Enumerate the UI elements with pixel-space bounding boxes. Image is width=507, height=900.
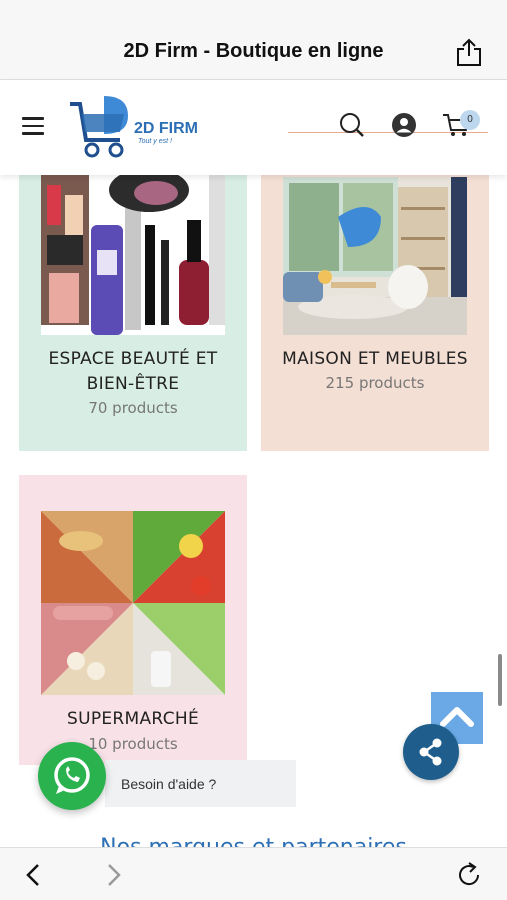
site-header: 2D FIRM Tout y est ! 0 xyxy=(0,80,507,175)
category-image-maison xyxy=(283,177,467,335)
logo-tagline: Tout y est ! xyxy=(138,138,172,145)
reload-icon[interactable] xyxy=(455,860,483,890)
help-chat-box[interactable]: Besoin d'aide ? xyxy=(105,760,296,807)
category-card-beaute[interactable]: ESPACE BEAUTÉ ET BIEN-ÊTRE 70 products xyxy=(19,165,247,451)
search-icon[interactable] xyxy=(339,112,365,138)
scrollbar[interactable] xyxy=(498,654,502,706)
browser-bottom-bar xyxy=(0,847,507,900)
cart-count-badge: 0 xyxy=(460,110,480,130)
whatsapp-button[interactable] xyxy=(38,742,106,810)
category-image-beaute xyxy=(41,165,225,335)
category-count-maison: 215 products xyxy=(325,374,425,392)
whatsapp-icon xyxy=(54,757,90,794)
share-icon[interactable] xyxy=(455,37,483,67)
category-title-supermarche[interactable]: SUPERMARCHÉ xyxy=(19,707,247,732)
logo-text: 2D FIRM xyxy=(134,120,198,137)
category-title-maison[interactable]: MAISON ET MEUBLES xyxy=(261,347,489,372)
category-card-supermarche[interactable]: SUPERMARCHÉ 10 products xyxy=(19,475,247,765)
page-title: 2D Firm - Boutique en ligne xyxy=(123,40,384,62)
forward-icon[interactable] xyxy=(103,862,125,888)
category-count-beaute: 70 products xyxy=(88,399,178,417)
category-card-maison[interactable]: MAISON ET MEUBLES 215 products xyxy=(261,165,489,451)
page: 2D Firm - Boutique en ligne 2D FIRM Tout… xyxy=(0,0,507,900)
back-icon[interactable] xyxy=(22,862,44,888)
category-image-supermarche xyxy=(41,511,225,695)
help-text: Besoin d'aide ? xyxy=(121,776,217,792)
user-icon[interactable] xyxy=(392,113,416,137)
share-fab-icon xyxy=(419,738,442,766)
browser-top-bar: 2D Firm - Boutique en ligne xyxy=(0,0,507,80)
share-button[interactable] xyxy=(403,724,459,780)
category-title-beaute[interactable]: ESPACE BEAUTÉ ET BIEN-ÊTRE xyxy=(19,347,247,397)
menu-icon[interactable] xyxy=(22,117,44,135)
